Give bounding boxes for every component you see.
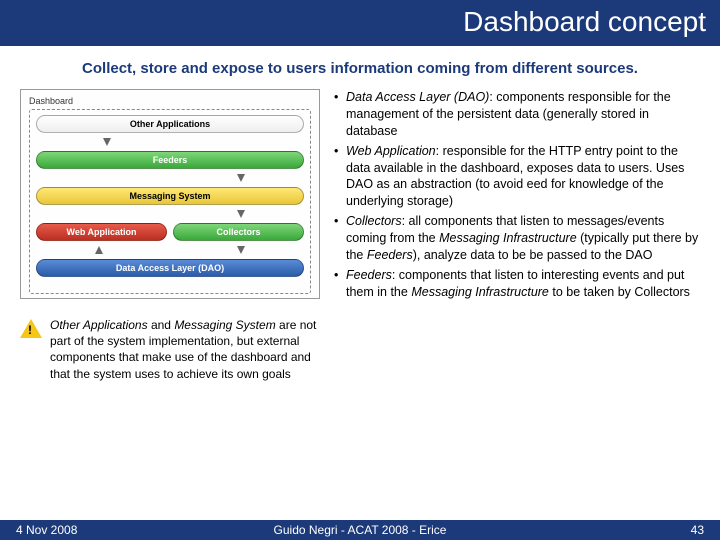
footer-page: 43 bbox=[691, 523, 704, 537]
bullet-list: Data Access Layer (DAO): components resp… bbox=[334, 89, 700, 301]
left-column: Dashboard Other Applications Feeders Mes… bbox=[20, 89, 320, 382]
bullet-term: Feeders bbox=[346, 268, 392, 282]
slide-title: Dashboard concept bbox=[463, 6, 706, 37]
bullet-dao: Data Access Layer (DAO): components resp… bbox=[334, 89, 700, 140]
content-area: Dashboard Other Applications Feeders Mes… bbox=[0, 87, 720, 382]
bullet-em: Feeders bbox=[367, 248, 413, 262]
bullet-desc: to be taken by Collectors bbox=[549, 285, 690, 299]
slide-footer: 4 Nov 2008 Guido Negri - ACAT 2008 - Eri… bbox=[0, 520, 720, 540]
box-messaging: Messaging System bbox=[36, 187, 304, 205]
bullet-term: Collectors bbox=[346, 214, 402, 228]
bullet-term: Web Application bbox=[346, 144, 436, 158]
box-webapp: Web Application bbox=[36, 223, 167, 241]
box-collectors: Collectors bbox=[173, 223, 304, 241]
arrow-icon bbox=[237, 174, 245, 182]
bullet-em: Messaging Infrastructure bbox=[411, 285, 549, 299]
footer-center: Guido Negri - ACAT 2008 - Erice bbox=[0, 523, 720, 537]
slide-header: Dashboard concept bbox=[0, 0, 720, 46]
box-feeders: Feeders bbox=[36, 151, 304, 169]
bullet-desc: ), analyze data to be be passed to the D… bbox=[413, 248, 653, 262]
right-column: Data Access Layer (DAO): components resp… bbox=[334, 89, 700, 382]
bullet-feeders: Feeders: components that listen to inter… bbox=[334, 267, 700, 301]
bullet-webapp: Web Application: responsible for the HTT… bbox=[334, 143, 700, 211]
warning-txt1: and bbox=[148, 318, 175, 332]
warning-text: Other Applications and Messaging System … bbox=[50, 317, 320, 382]
diagram-title: Dashboard bbox=[29, 96, 311, 106]
arrow-icon bbox=[103, 138, 111, 146]
box-dao: Data Access Layer (DAO) bbox=[36, 259, 304, 277]
warning-icon bbox=[20, 319, 42, 338]
arrow-icon bbox=[95, 246, 103, 254]
bullet-collectors: Collectors: all components that listen t… bbox=[334, 213, 700, 264]
box-other-apps: Other Applications bbox=[36, 115, 304, 133]
warning-em2: Messaging System bbox=[174, 318, 275, 332]
architecture-diagram: Dashboard Other Applications Feeders Mes… bbox=[20, 89, 320, 299]
diagram-container: Other Applications Feeders Messaging Sys… bbox=[29, 109, 311, 294]
warning-note: Other Applications and Messaging System … bbox=[20, 317, 320, 382]
bullet-term: Data Access Layer (DAO) bbox=[346, 90, 489, 104]
bullet-em: Messaging Infrastructure bbox=[439, 231, 577, 245]
warning-em1: Other Applications bbox=[50, 318, 148, 332]
arrow-icon bbox=[237, 210, 245, 218]
slide-subtitle: Collect, store and expose to users infor… bbox=[0, 46, 720, 87]
arrow-icon bbox=[237, 246, 245, 254]
